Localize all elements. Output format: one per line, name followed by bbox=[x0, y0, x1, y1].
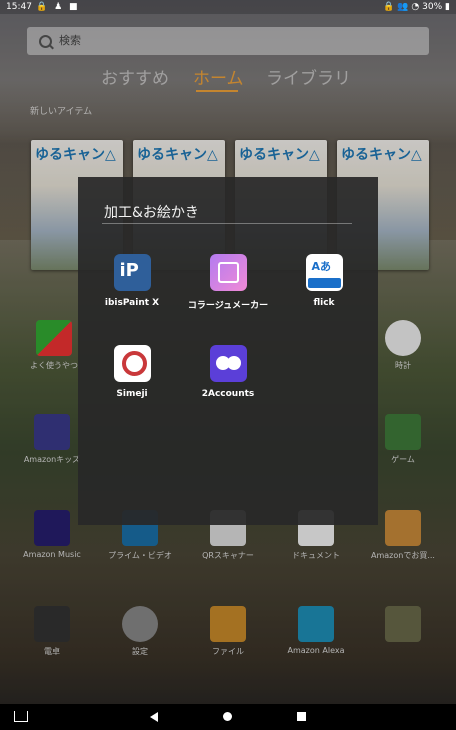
collage-maker-icon bbox=[209, 254, 247, 291]
home-button[interactable] bbox=[223, 712, 232, 721]
2accounts-icon bbox=[209, 345, 247, 382]
app-ibispaint[interactable]: iP ibisPaint X bbox=[84, 254, 180, 308]
recents-button[interactable] bbox=[297, 712, 306, 721]
home-icon[interactable] bbox=[14, 711, 28, 722]
simeji-icon bbox=[113, 345, 151, 382]
folder-title[interactable]: 加工&お絵かき bbox=[104, 202, 199, 222]
status-time: 15:47 bbox=[6, 2, 32, 12]
app-folder-popup: 加工&お絵かき iP ibisPaint X コラージュメーカー Aあ flic… bbox=[78, 177, 378, 525]
notification-icons: 🔒 ♟ ■ bbox=[36, 2, 80, 12]
app-label: 2Accounts bbox=[201, 389, 255, 399]
app-label: flick bbox=[313, 298, 335, 308]
battery-text: 30% bbox=[422, 2, 443, 12]
app-label: コラージュメーカー bbox=[187, 301, 269, 311]
flick-keyboard-icon: Aあ bbox=[305, 254, 343, 291]
app-collage-maker[interactable]: コラージュメーカー bbox=[180, 254, 276, 311]
ibispaint-icon: iP bbox=[113, 254, 151, 291]
status-right: 🔒 👥 ◔ 30% ▮ bbox=[383, 0, 450, 14]
navigation-bar bbox=[0, 704, 456, 730]
app-label: Simeji bbox=[116, 389, 148, 399]
battery-icon: ▮ bbox=[445, 2, 450, 12]
folder-divider bbox=[102, 223, 352, 224]
wifi-icon: ◔ bbox=[411, 2, 420, 12]
back-button[interactable] bbox=[150, 712, 158, 722]
users-icon: 👥 bbox=[397, 2, 409, 12]
app-2accounts[interactable]: 2Accounts bbox=[180, 345, 276, 399]
app-flick[interactable]: Aあ flick bbox=[276, 254, 372, 308]
status-bar: 15:47 🔒 ♟ ■ 🔒 👥 ◔ 30% ▮ bbox=[0, 0, 456, 14]
app-simeji[interactable]: Simeji bbox=[84, 345, 180, 399]
lock-icon: 🔒 bbox=[383, 2, 395, 12]
app-label: ibisPaint X bbox=[104, 298, 160, 308]
